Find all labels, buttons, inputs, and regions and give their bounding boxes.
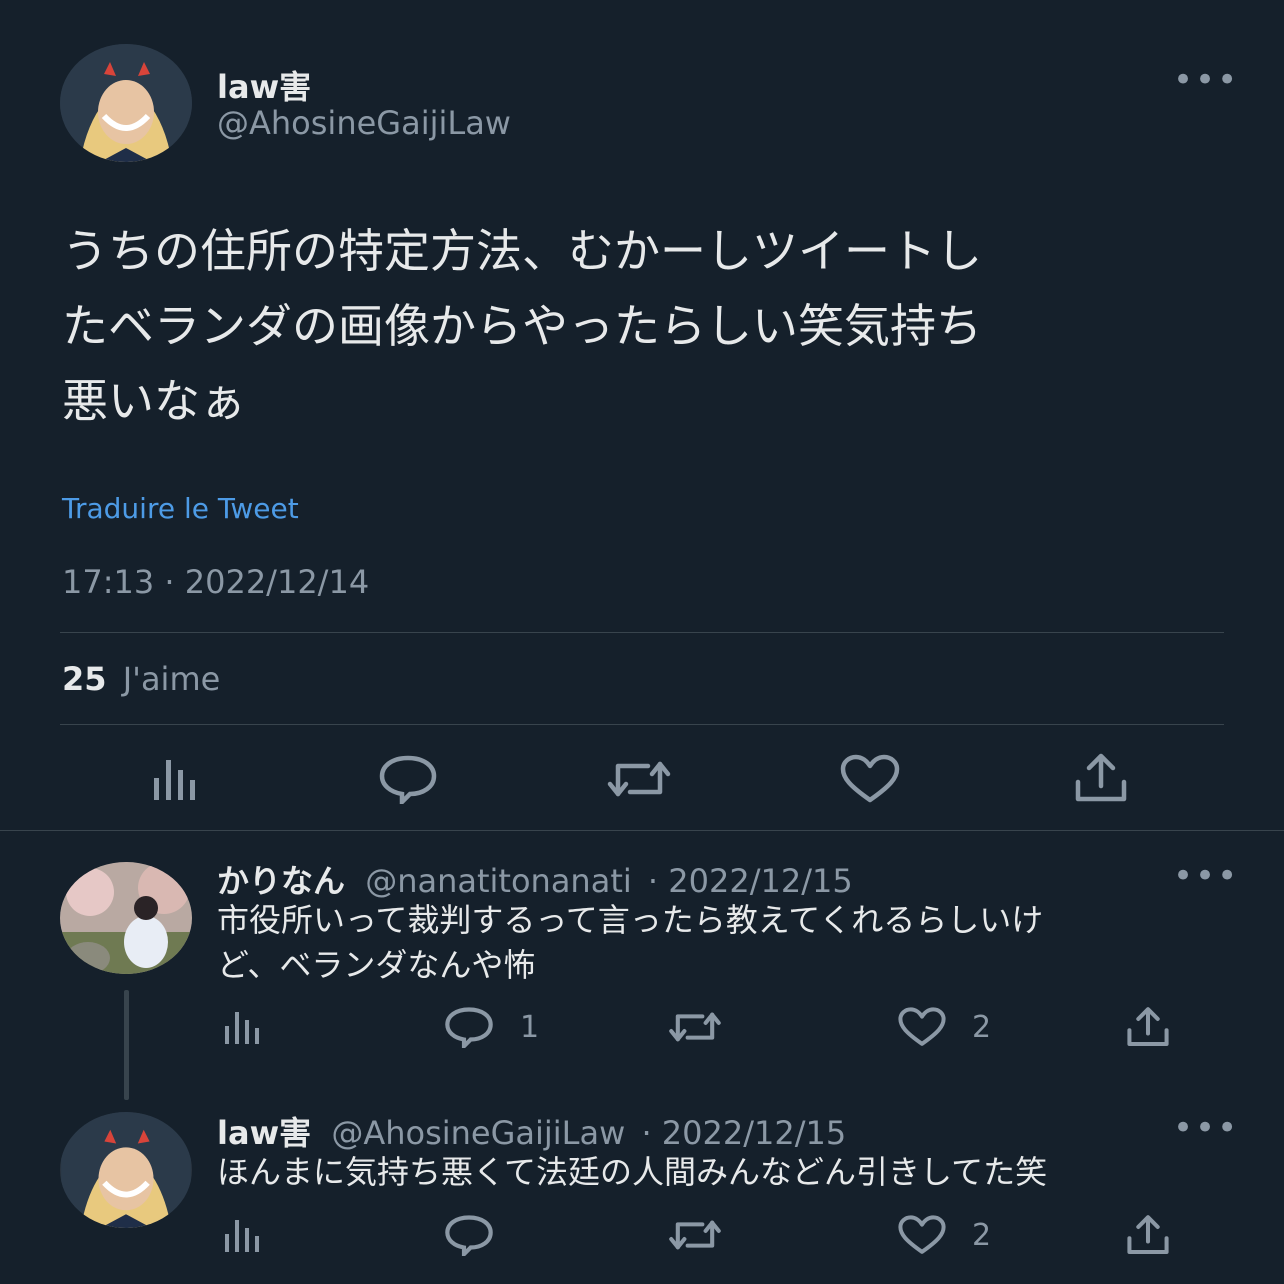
tweet-text-line: 悪いなぁ	[62, 374, 246, 428]
share-button[interactable]	[1074, 752, 1128, 804]
share-button[interactable]	[1126, 1214, 1170, 1256]
reply-count: 1	[520, 1009, 540, 1045]
avatar[interactable]	[60, 862, 192, 974]
reply-header: law害 @AhosineGaijiLaw · 2022/12/15	[217, 1108, 846, 1154]
reply-text-line: 市役所いって裁判するって言ったら教えてくれるらしいけ	[217, 901, 1044, 939]
more-options-icon[interactable]: •••	[1173, 63, 1239, 97]
analytics-button[interactable]	[224, 1010, 264, 1046]
divider	[60, 632, 1224, 633]
analytics-button[interactable]	[152, 756, 200, 802]
like-count: 2	[972, 1217, 992, 1253]
analytics-icon	[224, 1010, 264, 1046]
reply-date[interactable]: · 2022/12/15	[648, 862, 853, 900]
display-name[interactable]: かりなん	[217, 862, 345, 900]
retweet-icon	[668, 1214, 722, 1256]
share-icon	[1126, 1006, 1170, 1048]
likes-count: 25	[62, 660, 107, 698]
more-options-icon[interactable]: •••	[1173, 859, 1239, 893]
reply-icon	[378, 754, 438, 804]
reply-icon	[444, 1006, 494, 1048]
user-handle[interactable]: @AhosineGaijiLaw	[331, 1114, 625, 1152]
retweet-button[interactable]	[668, 1214, 722, 1256]
retweet-icon	[606, 754, 672, 804]
like-icon	[898, 1214, 946, 1256]
like-icon	[898, 1006, 946, 1048]
retweet-button[interactable]	[606, 754, 672, 804]
thread-line	[124, 990, 129, 1100]
analytics-icon	[152, 756, 200, 802]
display-name[interactable]: law害	[217, 1114, 311, 1152]
retweet-icon	[668, 1006, 722, 1048]
retweet-button[interactable]	[668, 1006, 722, 1048]
translate-link[interactable]: Traduire le Tweet	[62, 492, 299, 525]
reply-text: 市役所いって裁判するって言ったら教えてくれるらしいけ ど、ベランダなんや怖	[217, 898, 1217, 988]
user-handle[interactable]: @nanatitonanati	[365, 862, 632, 900]
reply-date[interactable]: · 2022/12/15	[641, 1114, 846, 1152]
like-button[interactable]: 2	[898, 1006, 991, 1048]
share-icon	[1074, 752, 1128, 804]
reply-text-line: ほんまに気持ち悪くて法廷の人間みんなどん引きしてた笑	[217, 1153, 1048, 1191]
avatar[interactable]	[60, 44, 192, 162]
reply-icon	[444, 1214, 494, 1256]
analytics-icon	[224, 1218, 264, 1254]
reply-text-line: ど、ベランダなんや怖	[217, 946, 536, 984]
more-options-icon[interactable]: •••	[1173, 1111, 1239, 1145]
display-name[interactable]: law害	[217, 62, 311, 108]
tweet-text: うちの住所の特定方法、むかーしツイートし たベランダの画像からやったらしい笑気持…	[62, 214, 1232, 439]
reply-button[interactable]	[378, 754, 438, 804]
reply-header: かりなん @nanatitonanati · 2022/12/15	[217, 856, 853, 902]
like-icon	[840, 754, 900, 804]
tweet-text-line: たベランダの画像からやったらしい笑気持ち	[62, 299, 982, 353]
user-handle[interactable]: @AhosineGaijiLaw	[217, 104, 511, 142]
avatar[interactable]	[60, 1112, 192, 1228]
reply-text: ほんまに気持ち悪くて法廷の人間みんなどん引きしてた笑	[217, 1150, 1217, 1195]
share-icon	[1126, 1214, 1170, 1256]
divider	[0, 830, 1284, 831]
like-button[interactable]	[840, 754, 900, 804]
divider	[60, 724, 1224, 725]
tweet-timestamp: 17:13 · 2022/12/14	[62, 563, 370, 601]
tweet-text-line: うちの住所の特定方法、むかーしツイートし	[62, 224, 982, 278]
analytics-button[interactable]	[224, 1218, 264, 1254]
likes-label: J'aime	[122, 660, 221, 698]
reply-button[interactable]: 1	[444, 1006, 539, 1048]
reply-button[interactable]	[444, 1214, 494, 1256]
share-button[interactable]	[1126, 1006, 1170, 1048]
likes-stat[interactable]: 25 J'aime	[62, 660, 220, 698]
like-count: 2	[972, 1009, 992, 1045]
like-button[interactable]: 2	[898, 1214, 991, 1256]
